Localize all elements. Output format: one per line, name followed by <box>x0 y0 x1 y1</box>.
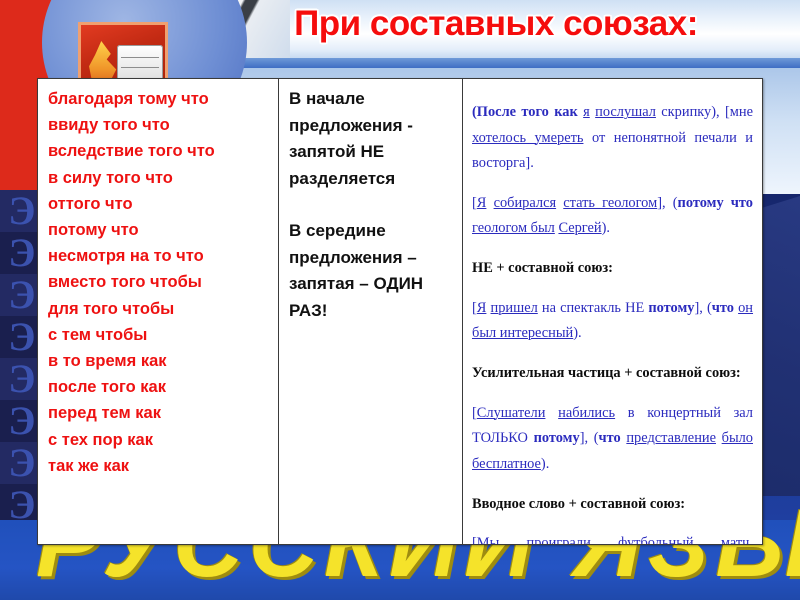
compound-conjunctions-list: благодаря тому что ввиду того что вследс… <box>48 86 272 479</box>
example-sentence: [Я собирался стать геологом], (потому чт… <box>472 195 753 237</box>
example-sentence: (После того как я послушал скрипку), [мн… <box>472 104 753 172</box>
list-item: так же как <box>48 456 130 475</box>
list-item: вместо того чтобы <box>48 273 202 292</box>
background-banner-underline <box>180 58 800 68</box>
comma-rules-column: В начале предложения - запятой НЕ раздел… <box>279 79 463 544</box>
list-item: потому что <box>48 221 139 240</box>
example-heading: Усилительная частица + составной союз: <box>472 365 741 382</box>
list-item: вследствие того что <box>48 142 215 161</box>
page-title: При составных союзах: <box>294 4 698 43</box>
list-item: для того чтобы <box>48 299 175 318</box>
list-item: перед тем как <box>48 404 161 423</box>
list-item: оттого что <box>48 194 133 213</box>
rule-sentence-start: В начале предложения - запятой НЕ раздел… <box>289 89 413 188</box>
list-item: несмотря на то что <box>48 247 204 266</box>
list-item: в то время как <box>48 352 167 371</box>
example-heading: НЕ + составной союз: <box>472 260 613 277</box>
example-sentence: [Слушатели набились в концертный зал ТОЛ… <box>472 405 753 472</box>
list-item: после того как <box>48 378 166 397</box>
rules-table: благодаря тому что ввиду того что вследс… <box>37 78 763 545</box>
example-heading: Вводное слово + составной союз: <box>472 495 686 512</box>
list-item: с тех пор как <box>48 430 153 449</box>
example-sentence: [Я пришел на спектакль НЕ потому], (что … <box>472 300 754 342</box>
example-sentence: [Мы проиграли футбольный матч, ВОЗМОЖНО,… <box>472 535 753 544</box>
examples-column: (После того как я послушал скрипку), [мн… <box>463 79 762 544</box>
rule-sentence-middle: В середине предложения – запятая – ОДИН … <box>289 221 424 320</box>
compound-conjunctions-column: благодаря тому что ввиду того что вследс… <box>38 79 279 544</box>
list-item: ввиду того что <box>48 116 170 135</box>
slide-canvas: Э Э Э Э Э Э Э Э РУССКИЙ ЯЗЫК При составн… <box>0 0 800 600</box>
list-item: благодаря тому что <box>48 90 209 108</box>
list-item: с тем чтобы <box>48 325 148 344</box>
list-item: в силу того что <box>48 168 173 187</box>
